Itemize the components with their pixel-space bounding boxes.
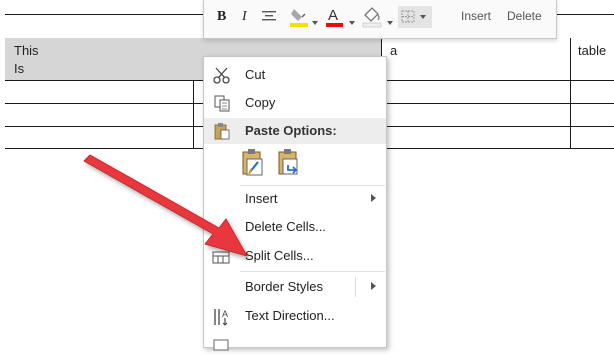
annotation-arrow [83, 154, 248, 257]
